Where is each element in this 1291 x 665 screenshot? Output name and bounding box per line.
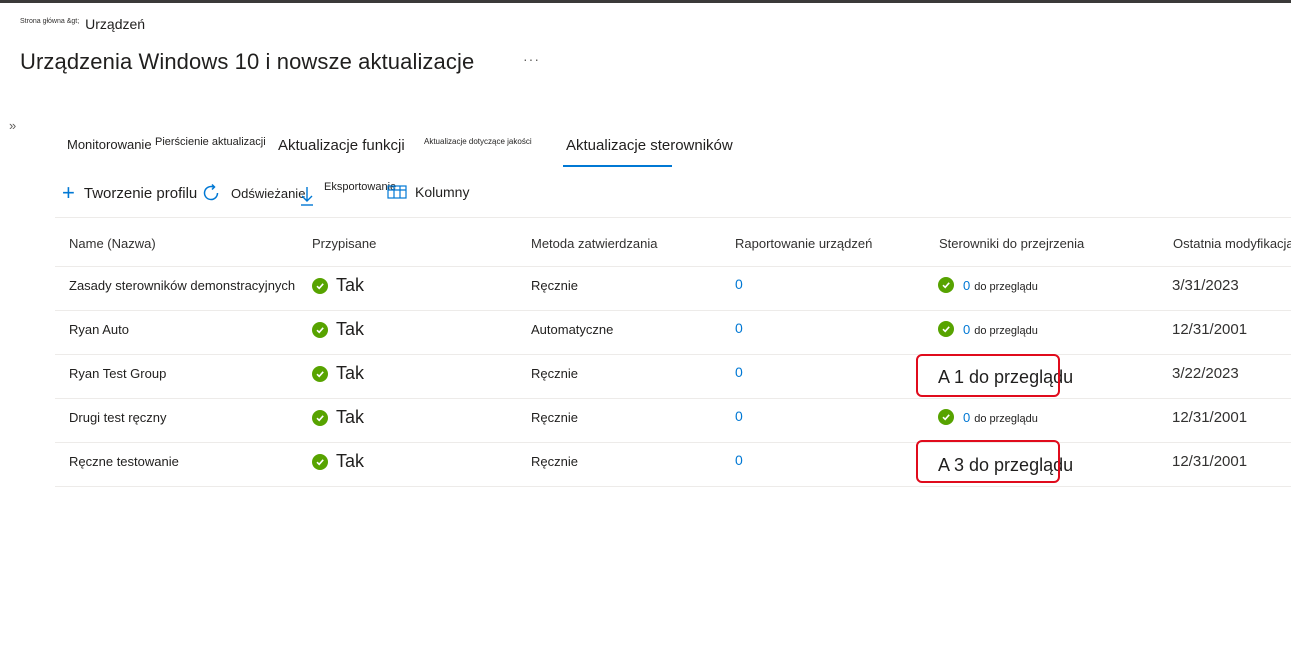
profile-name-link[interactable]: Zasady sterowników demonstracyjnych — [69, 278, 295, 293]
assigned-cell: Tak — [312, 451, 364, 472]
tab-monitoring[interactable]: Monitorowanie — [67, 137, 152, 152]
breadcrumb-current: Urządzeń — [85, 16, 146, 32]
check-circle-icon — [938, 321, 954, 337]
check-circle-icon — [938, 409, 954, 425]
columns-button[interactable]: Kolumny — [387, 184, 469, 200]
profiles-table: Name (Nazwa) Przypisane Metoda zatwierdz… — [55, 217, 1291, 487]
header-drivers-to-review[interactable]: Sterowniki do przejrzenia — [939, 236, 1084, 251]
tab-update-rings[interactable]: Pierścienie aktualizacji — [155, 136, 266, 148]
tab-feature-updates[interactable]: Aktualizacje funkcji — [278, 137, 405, 154]
last-modified-value: 12/31/2001 — [1172, 409, 1248, 426]
plus-icon: + — [62, 180, 75, 205]
profile-name-link[interactable]: Ryan Auto — [69, 322, 129, 337]
export-label: Eksportowanie — [324, 181, 397, 193]
chevron-double-right-icon[interactable]: » — [9, 118, 16, 133]
assigned-value: Tak — [336, 407, 365, 427]
approval-method-value: Ręcznie — [531, 410, 578, 425]
drivers-to-review-cell: 0 do przeglądu — [938, 321, 1038, 337]
drivers-review-text: do przeglądu — [974, 281, 1038, 293]
columns-label: Kolumny — [415, 184, 470, 200]
table-header: Name (Nazwa) Przypisane Metoda zatwierdz… — [55, 217, 1291, 267]
breadcrumb: Strona główna &gt; Urządzeń — [20, 16, 145, 32]
assigned-value: Tak — [336, 451, 365, 471]
columns-icon — [387, 185, 407, 199]
active-tab-indicator — [563, 165, 672, 167]
header-last-modified[interactable]: Ostatnia modyfikacja — [1173, 236, 1291, 251]
more-options-button[interactable]: ··· — [523, 51, 540, 67]
table-row[interactable]: Drugi test ręczny Tak Ręcznie 0 0 do prz… — [55, 399, 1291, 443]
approval-method-value: Ręcznie — [531, 278, 578, 293]
check-circle-icon — [312, 453, 328, 470]
toolbar: + Tworzenie profilu Odświeżanie Eksporto… — [62, 181, 522, 206]
refresh-label: Odświeżanie — [231, 185, 306, 201]
breadcrumb-home-link[interactable]: Strona główna &gt; — [20, 18, 79, 25]
tab-quality-updates[interactable]: Aktualizacje dotyczące jakości — [424, 137, 532, 146]
device-reporting-link[interactable]: 0 — [735, 276, 743, 292]
page-title: Urządzenia Windows 10 i nowsze aktualiza… — [20, 49, 475, 74]
table-row[interactable]: Ryan Auto Tak Automatyczne 0 0 do przegl… — [55, 311, 1291, 355]
profile-name-link[interactable]: Ręczne testowanie — [69, 454, 179, 469]
header-name[interactable]: Name (Nazwa) — [69, 236, 156, 251]
last-modified-value: 12/31/2001 — [1172, 453, 1248, 470]
check-circle-icon — [312, 321, 328, 338]
drivers-review-text: do przeglądu — [974, 413, 1038, 425]
tab-driver-updates[interactable]: Aktualizacje sterowników — [566, 137, 733, 154]
download-icon — [301, 187, 313, 206]
drivers-to-review-cell: 0 do przeglądu — [938, 409, 1038, 425]
assigned-value: Tak — [336, 363, 365, 383]
create-profile-label: Tworzenie profilu — [83, 184, 198, 202]
approval-method-value: Ręcznie — [531, 366, 578, 381]
create-profile-button[interactable]: + Tworzenie profilu — [62, 182, 197, 204]
drivers-review-text: do przeglądu — [974, 325, 1038, 337]
assigned-cell: Tak — [312, 319, 364, 340]
check-circle-icon — [938, 277, 954, 293]
export-button[interactable]: Eksportowanie — [300, 181, 397, 206]
table-row[interactable]: Ręczne testowanie Tak Ręcznie 0 A 3 do p… — [55, 443, 1291, 487]
assigned-value: Tak — [336, 319, 365, 339]
drivers-count-link[interactable]: 0 — [963, 410, 970, 425]
device-reporting-link[interactable]: 0 — [735, 320, 743, 336]
drivers-alert-link[interactable]: A 3 do przeglądu — [938, 455, 1073, 476]
check-circle-icon — [312, 365, 328, 382]
refresh-icon — [203, 183, 219, 201]
last-modified-value: 3/31/2023 — [1172, 277, 1239, 294]
header-approval-method[interactable]: Metoda zatwierdzania — [531, 236, 657, 251]
last-modified-value: 3/22/2023 — [1172, 365, 1239, 382]
approval-method-value: Ręcznie — [531, 454, 578, 469]
profile-name-link[interactable]: Drugi test ręczny — [69, 410, 167, 425]
device-reporting-link[interactable]: 0 — [735, 408, 743, 424]
check-circle-icon — [312, 277, 328, 294]
approval-method-value: Automatyczne — [531, 322, 614, 337]
drivers-count-link[interactable]: 0 — [963, 322, 970, 337]
drivers-to-review-cell: 0 do przeglądu — [938, 277, 1038, 293]
drivers-count-link[interactable]: 0 — [963, 278, 970, 293]
assigned-cell: Tak — [312, 407, 364, 428]
last-modified-value: 12/31/2001 — [1172, 321, 1248, 338]
table-row[interactable]: Zasady sterowników demonstracyjnych Tak … — [55, 267, 1291, 311]
device-reporting-link[interactable]: 0 — [735, 364, 743, 380]
assigned-value: Tak — [336, 275, 365, 295]
assigned-cell: Tak — [312, 363, 364, 384]
header-device-reporting[interactable]: Raportowanie urządzeń — [735, 236, 872, 251]
header-assigned[interactable]: Przypisane — [312, 236, 376, 251]
assigned-cell: Tak — [312, 275, 364, 296]
top-frame-bar — [0, 0, 1291, 3]
check-circle-icon — [312, 409, 328, 426]
profile-name-link[interactable]: Ryan Test Group — [69, 366, 166, 381]
drivers-alert-link[interactable]: A 1 do przeglądu — [938, 367, 1073, 388]
table-row[interactable]: Ryan Test Group Tak Ręcznie 0 A 1 do prz… — [55, 355, 1291, 399]
device-reporting-link[interactable]: 0 — [735, 452, 743, 468]
refresh-button[interactable]: Odświeżanie — [201, 183, 305, 203]
